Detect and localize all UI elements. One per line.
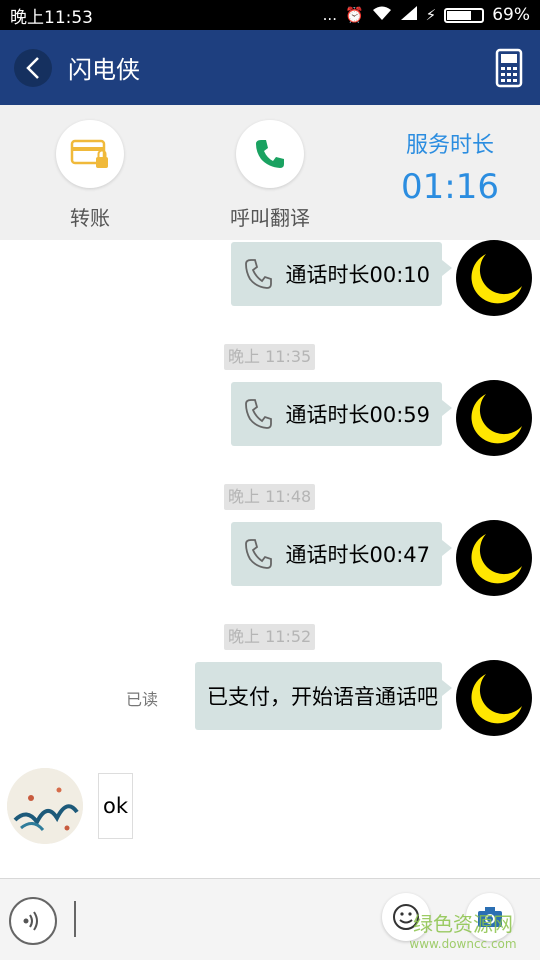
call-record-text: 通话时长00:10 bbox=[285, 263, 430, 287]
voice-input-button[interactable] bbox=[9, 897, 57, 945]
nav-bar: 闪电侠 bbox=[0, 30, 540, 105]
transfer-action[interactable]: 转账 bbox=[20, 120, 160, 231]
mobile-phone-icon bbox=[495, 48, 523, 87]
phone-icon bbox=[256, 140, 284, 168]
call-record-text: 通话时长00:47 bbox=[285, 543, 430, 567]
camera-button[interactable] bbox=[466, 893, 514, 941]
transfer-button[interactable] bbox=[56, 120, 124, 188]
smiley-icon bbox=[393, 904, 419, 930]
service-duration-label: 服务时长 bbox=[405, 133, 494, 158]
agent-avatar[interactable] bbox=[456, 240, 532, 316]
call-record-bubble[interactable]: 通话时长00:10 bbox=[231, 242, 452, 306]
alarm-icon: ⏰ bbox=[344, 6, 364, 24]
moon-icon bbox=[471, 534, 522, 584]
battery-percent: 69% bbox=[492, 5, 530, 25]
chevron-left-icon bbox=[26, 56, 39, 79]
ink-painting-avatar-icon bbox=[7, 768, 83, 844]
phone-outline-icon bbox=[243, 537, 275, 571]
status-icons: ... ⏰ ⚡ 69% bbox=[323, 5, 530, 26]
action-panel: 转账 呼叫翻译 服务时长 01:16 bbox=[0, 105, 540, 240]
call-record-bubble[interactable]: 通话时长00:47 bbox=[231, 522, 452, 586]
message-text: ok bbox=[103, 794, 129, 818]
voice-wave-icon bbox=[23, 911, 38, 931]
agent-avatar[interactable] bbox=[456, 660, 532, 736]
transfer-label: 转账 bbox=[70, 206, 110, 230]
wifi-icon bbox=[372, 5, 392, 26]
message-timestamp: 晚上 11:35 bbox=[224, 344, 316, 370]
agent-avatar[interactable] bbox=[456, 520, 532, 596]
page-title: 闪电侠 bbox=[68, 56, 140, 84]
battery-icon bbox=[444, 7, 485, 23]
read-status: 已读 bbox=[126, 690, 159, 709]
phone-outline-icon bbox=[243, 257, 275, 291]
call-record-bubble[interactable]: 通话时长00:59 bbox=[231, 382, 452, 446]
phone-outline-icon bbox=[243, 397, 275, 431]
moon-icon bbox=[471, 674, 522, 724]
wallet-lock-icon bbox=[70, 139, 108, 168]
back-button[interactable] bbox=[14, 48, 52, 87]
input-bar bbox=[0, 878, 540, 960]
call-translator-action[interactable]: 呼叫翻译 bbox=[200, 120, 340, 231]
call-translator-button[interactable] bbox=[236, 120, 304, 188]
incoming-message-bubble[interactable]: ok bbox=[98, 773, 134, 839]
agent-avatar[interactable] bbox=[456, 380, 532, 456]
more-dots-icon: ... bbox=[322, 6, 337, 24]
call-record-text: 通话时长00:59 bbox=[285, 403, 430, 427]
moon-icon bbox=[471, 254, 522, 304]
message-timestamp: 晚上 11:48 bbox=[224, 484, 316, 510]
call-translator-label: 呼叫翻译 bbox=[230, 206, 310, 230]
dialpad-button[interactable] bbox=[492, 48, 526, 88]
chat-area[interactable]: 通话时长00:10 晚上 11:35 通话时长00:59 晚上 11:48 通话… bbox=[0, 240, 540, 878]
user-avatar[interactable] bbox=[7, 768, 83, 844]
message-text: 已支付，开始语音通话吧 bbox=[207, 685, 438, 709]
camera-icon bbox=[478, 907, 502, 927]
emoji-button[interactable] bbox=[382, 893, 430, 941]
service-duration-value: 01:16 bbox=[401, 167, 499, 207]
message-input[interactable] bbox=[74, 901, 76, 937]
moon-icon bbox=[471, 394, 522, 444]
text-message-bubble[interactable]: 已支付，开始语音通话吧 bbox=[195, 662, 452, 730]
status-bar: 晚上11:53 ... ⏰ ⚡ 69% bbox=[0, 0, 540, 30]
message-timestamp: 晚上 11:52 bbox=[224, 624, 316, 650]
service-duration: 服务时长 01:16 bbox=[380, 127, 520, 207]
signal-icon bbox=[400, 5, 418, 26]
charging-icon: ⚡ bbox=[425, 6, 437, 24]
status-time: 晚上11:53 bbox=[10, 7, 93, 28]
